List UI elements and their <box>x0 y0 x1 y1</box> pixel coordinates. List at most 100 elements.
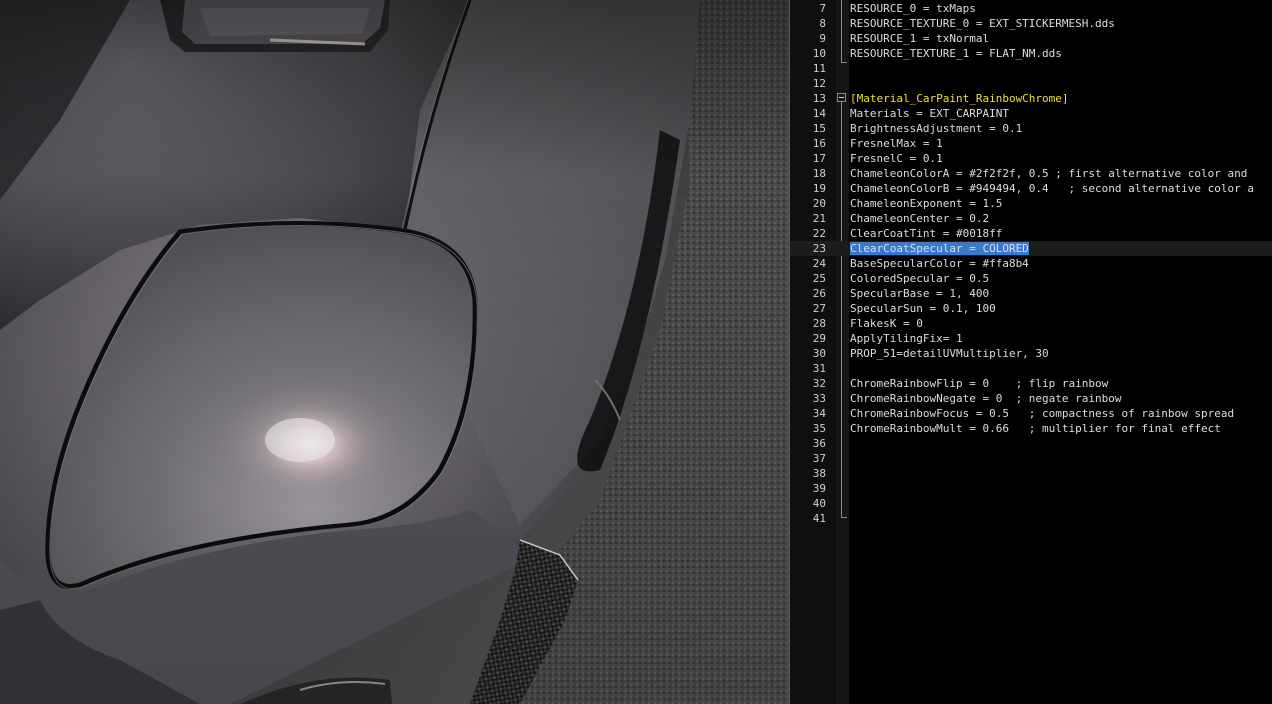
code-line[interactable]: 9 RESOURCE_1 = txNormal <box>790 31 1272 46</box>
line-number: 8 <box>819 17 826 30</box>
line-text: RESOURCE_TEXTURE_0 = EXT_STICKERMESH.dds <box>850 17 1115 30</box>
line-number: 32 <box>812 377 826 390</box>
code-line[interactable]: 29 ApplyTilingFix= 1 <box>790 331 1272 346</box>
line-number: 37 <box>812 452 826 465</box>
car-render-viewport[interactable] <box>0 0 789 704</box>
line-number: 34 <box>812 407 826 420</box>
code-line[interactable]: 27 SpecularSun = 0.1, 100 <box>790 301 1272 316</box>
line-text: FresnelMax = 1 <box>850 137 943 150</box>
text-selection: ClearCoatSpecular = COLORED <box>850 242 1029 255</box>
app-window: 7 RESOURCE_0 = txMaps 8 RESOURCE_TEXTURE_0 … <box>0 0 1272 704</box>
line-number: 28 <box>812 317 826 330</box>
line-number: 15 <box>812 122 826 135</box>
line-number: 19 <box>812 182 826 195</box>
code-line[interactable]: 32 ChromeRainbowFlip = 0 ; flip rainbow <box>790 376 1272 391</box>
line-number: 41 <box>812 512 826 525</box>
code-line[interactable]: 25 ColoredSpecular = 0.5 <box>790 271 1272 286</box>
code-line[interactable]: 31 <box>790 361 1272 376</box>
code-line[interactable]: 30 PROP_51=detailUVMultiplier, 30 <box>790 346 1272 361</box>
code-line[interactable]: 35 ChromeRainbowMult = 0.66 ; multiplier … <box>790 421 1272 436</box>
code-line[interactable]: 8 RESOURCE_TEXTURE_0 = EXT_STICKERMESH.dd… <box>790 16 1272 31</box>
line-text: FlakesK = 0 <box>850 317 923 330</box>
line-text: SpecularSun = 0.1, 100 <box>850 302 996 315</box>
code-line[interactable]: 14 Materials = EXT_CARPAINT <box>790 106 1272 121</box>
line-number: 14 <box>812 107 826 120</box>
code-line[interactable]: 40 <box>790 496 1272 511</box>
line-number: 17 <box>812 152 826 165</box>
line-text: RESOURCE_TEXTURE_1 = FLAT_NM.dds <box>850 47 1062 60</box>
line-number: 21 <box>812 212 826 225</box>
line-text: ChromeRainbowFlip = 0 ; flip rainbow <box>850 377 1109 390</box>
line-number: 18 <box>812 167 826 180</box>
code-line[interactable]: 28 FlakesK = 0 <box>790 316 1272 331</box>
code-editor[interactable]: 7 RESOURCE_0 = txMaps 8 RESOURCE_TEXTURE_0 … <box>790 0 1272 704</box>
line-number: 35 <box>812 422 826 435</box>
line-text: ChameleonColorB = #949494, 0.4 ; second … <box>850 182 1254 195</box>
line-text: [Material_CarPaint_RainbowChrome] <box>850 92 1069 105</box>
line-text: RESOURCE_0 = txMaps <box>850 2 976 15</box>
line-number: 29 <box>812 332 826 345</box>
line-text: SpecularBase = 1, 400 <box>850 287 990 300</box>
line-number: 10 <box>812 47 826 60</box>
line-number: 36 <box>812 437 826 450</box>
line-number: 40 <box>812 497 826 510</box>
line-number: 26 <box>812 287 826 300</box>
code-line[interactable]: 17 FresnelC = 0.1 <box>790 151 1272 166</box>
line-text: FresnelC = 0.1 <box>850 152 943 165</box>
line-text: ApplyTilingFix= 1 <box>850 332 963 345</box>
line-text: Materials = EXT_CARPAINT <box>850 107 1009 120</box>
code-line[interactable]: 26 SpecularBase = 1, 400 <box>790 286 1272 301</box>
line-number: 33 <box>812 392 826 405</box>
line-text: ChameleonExponent = 1.5 <box>850 197 1003 210</box>
code-line[interactable]: 33 ChromeRainbowNegate = 0 ; negate rainb… <box>790 391 1272 406</box>
code-line[interactable]: 41 <box>790 511 1272 526</box>
code-line[interactable]: 18 ChameleonColorA = #2f2f2f, 0.5 ; first… <box>790 166 1272 181</box>
line-number: 39 <box>812 482 826 495</box>
line-text: ClearCoatTint = #0018ff <box>850 227 1003 240</box>
line-number: 31 <box>812 362 826 375</box>
line-number: 11 <box>812 62 826 75</box>
line-text: BaseSpecularColor = #ffa8b4 <box>850 257 1029 270</box>
line-text: BrightnessAdjustment = 0.1 <box>850 122 1023 135</box>
code-line[interactable]: 13 [Material_CarPaint_RainbowChrome] <box>790 91 1272 106</box>
code-line[interactable]: 11 <box>790 61 1272 76</box>
code-line[interactable]: 7 RESOURCE_0 = txMaps <box>790 1 1272 16</box>
line-text: ChromeRainbowNegate = 0 ; negate rainbow <box>850 392 1122 405</box>
code-line[interactable]: 24 BaseSpecularColor = #ffa8b4 <box>790 256 1272 271</box>
line-number: 24 <box>812 257 826 270</box>
line-number: 25 <box>812 272 826 285</box>
line-text: ChromeRainbowFocus = 0.5 ; compactness o… <box>850 407 1235 420</box>
line-text: ChameleonCenter = 0.2 <box>850 212 990 225</box>
code-line[interactable]: 22 ClearCoatTint = #0018ff <box>790 226 1272 241</box>
line-number: 9 <box>819 32 826 45</box>
line-number: 13 <box>812 92 826 105</box>
line-text: RESOURCE_1 = txNormal <box>850 32 990 45</box>
code-line[interactable]: 37 <box>790 451 1272 466</box>
code-line[interactable]: 19 ChameleonColorB = #949494, 0.4 ; secon… <box>790 181 1272 196</box>
code-line[interactable]: 10 RESOURCE_TEXTURE_1 = FLAT_NM.dds <box>790 46 1272 61</box>
car-render-image <box>0 0 789 704</box>
line-number: 16 <box>812 137 826 150</box>
line-text: ClearCoatSpecular = COLORED <box>850 241 1029 256</box>
line-text: ChromeRainbowMult = 0.66 ; multiplier fo… <box>850 422 1221 435</box>
code-line[interactable]: 21 ChameleonCenter = 0.2 <box>790 211 1272 226</box>
line-number: 22 <box>812 227 826 240</box>
line-number: 30 <box>812 347 826 360</box>
code-line[interactable]: 36 <box>790 436 1272 451</box>
code-line[interactable]: 15 BrightnessAdjustment = 0.1 <box>790 121 1272 136</box>
code-line[interactable]: 34 ChromeRainbowFocus = 0.5 ; compactness… <box>790 406 1272 421</box>
code-line[interactable]: 16 FresnelMax = 1 <box>790 136 1272 151</box>
code-line[interactable]: 12 <box>790 76 1272 91</box>
line-number: 38 <box>812 467 826 480</box>
code-line[interactable]: 23 ClearCoatSpecular = COLORED <box>790 241 1272 256</box>
line-number: 7 <box>819 2 826 15</box>
line-number: 27 <box>812 302 826 315</box>
line-text: ChameleonColorA = #2f2f2f, 0.5 ; first a… <box>850 167 1248 180</box>
code-line[interactable]: 20 ChameleonExponent = 1.5 <box>790 196 1272 211</box>
line-text: PROP_51=detailUVMultiplier, 30 <box>850 347 1049 360</box>
line-number: 20 <box>812 197 826 210</box>
line-number: 23 <box>812 242 826 255</box>
line-text: ColoredSpecular = 0.5 <box>850 272 990 285</box>
code-line[interactable]: 39 <box>790 481 1272 496</box>
code-line[interactable]: 38 <box>790 466 1272 481</box>
